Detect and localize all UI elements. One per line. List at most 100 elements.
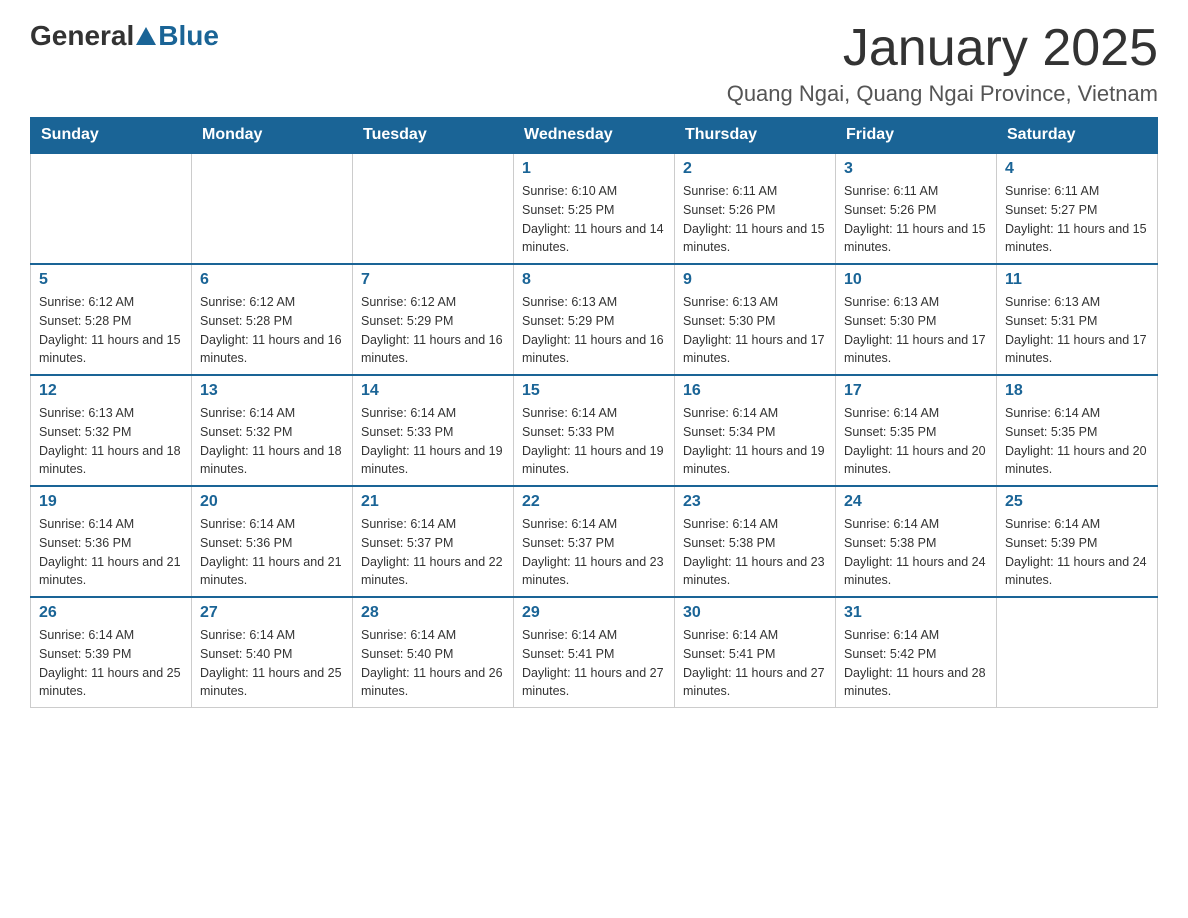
day-number: 3 (844, 160, 988, 178)
day-number: 6 (200, 271, 344, 289)
calendar-cell: 29 Sunrise: 6:14 AMSunset: 5:41 PMDayligh… (514, 597, 675, 708)
logo-blue-text: Blue (158, 20, 219, 52)
day-info: Sunrise: 6:14 AMSunset: 5:38 PMDaylight:… (844, 515, 988, 590)
calendar-cell: 16 Sunrise: 6:14 AMSunset: 5:34 PMDayligh… (675, 375, 836, 486)
header-friday: Friday (836, 118, 997, 154)
header-sunday: Sunday (31, 118, 192, 154)
calendar-cell: 18 Sunrise: 6:14 AMSunset: 5:35 PMDayligh… (997, 375, 1158, 486)
calendar-cell: 20Sunrise: 6:14 AMSunset: 5:36 PMDayligh… (192, 486, 353, 597)
day-number: 16 (683, 382, 827, 400)
day-number: 25 (1005, 493, 1149, 511)
day-number: 4 (1005, 160, 1149, 178)
calendar-cell: 9 Sunrise: 6:13 AMSunset: 5:30 PMDaylight… (675, 264, 836, 375)
calendar-cell: 22 Sunrise: 6:14 AMSunset: 5:37 PMDayligh… (514, 486, 675, 597)
calendar-cell (192, 153, 353, 264)
day-info: Sunrise: 6:11 AMSunset: 5:26 PMDaylight:… (683, 182, 827, 257)
calendar-table: SundayMondayTuesdayWednesdayThursdayFrid… (30, 117, 1158, 708)
calendar-cell (353, 153, 514, 264)
day-number: 2 (683, 160, 827, 178)
day-info: Sunrise: 6:14 AMSunset: 5:40 PMDaylight:… (361, 626, 505, 701)
day-info: Sunrise: 6:14 AMSunset: 5:39 PMDaylight:… (39, 626, 183, 701)
calendar-cell: 3Sunrise: 6:11 AMSunset: 5:26 PMDaylight… (836, 153, 997, 264)
day-number: 22 (522, 493, 666, 511)
day-number: 30 (683, 604, 827, 622)
calendar-cell: 23Sunrise: 6:14 AMSunset: 5:38 PMDayligh… (675, 486, 836, 597)
day-info: Sunrise: 6:14 AMSunset: 5:40 PMDaylight:… (200, 626, 344, 701)
day-info: Sunrise: 6:14 AMSunset: 5:36 PMDaylight:… (39, 515, 183, 590)
title-area: January 2025 Quang Ngai, Quang Ngai Prov… (727, 20, 1158, 107)
calendar-cell: 28 Sunrise: 6:14 AMSunset: 5:40 PMDayligh… (353, 597, 514, 708)
calendar-cell: 21 Sunrise: 6:14 AMSunset: 5:37 PMDayligh… (353, 486, 514, 597)
day-info: Sunrise: 6:13 AMSunset: 5:30 PMDaylight:… (844, 293, 988, 368)
calendar-cell: 12Sunrise: 6:13 AMSunset: 5:32 PMDayligh… (31, 375, 192, 486)
day-number: 21 (361, 493, 505, 511)
header-tuesday: Tuesday (353, 118, 514, 154)
calendar-cell: 13 Sunrise: 6:14 AMSunset: 5:32 PMDayligh… (192, 375, 353, 486)
calendar-cell: 17 Sunrise: 6:14 AMSunset: 5:35 PMDayligh… (836, 375, 997, 486)
day-info: Sunrise: 6:14 AMSunset: 5:42 PMDaylight:… (844, 626, 988, 701)
calendar-cell: 8Sunrise: 6:13 AMSunset: 5:29 PMDaylight… (514, 264, 675, 375)
day-number: 28 (361, 604, 505, 622)
day-number: 19 (39, 493, 183, 511)
day-info: Sunrise: 6:14 AMSunset: 5:39 PMDaylight:… (1005, 515, 1149, 590)
calendar-cell: 10 Sunrise: 6:13 AMSunset: 5:30 PMDayligh… (836, 264, 997, 375)
location-title: Quang Ngai, Quang Ngai Province, Vietnam (727, 81, 1158, 107)
day-number: 12 (39, 382, 183, 400)
day-info: Sunrise: 6:14 AMSunset: 5:33 PMDaylight:… (361, 404, 505, 479)
day-number: 23 (683, 493, 827, 511)
calendar-cell: 31 Sunrise: 6:14 AMSunset: 5:42 PMDayligh… (836, 597, 997, 708)
calendar-cell: 4 Sunrise: 6:11 AMSunset: 5:27 PMDaylight… (997, 153, 1158, 264)
logo-general-text: General (30, 20, 134, 52)
day-info: Sunrise: 6:13 AMSunset: 5:31 PMDaylight:… (1005, 293, 1149, 368)
logo-area: General Blue (30, 20, 219, 52)
day-number: 24 (844, 493, 988, 511)
day-number: 18 (1005, 382, 1149, 400)
day-info: Sunrise: 6:14 AMSunset: 5:41 PMDaylight:… (683, 626, 827, 701)
week-row-5: 26Sunrise: 6:14 AMSunset: 5:39 PMDayligh… (31, 597, 1158, 708)
header-saturday: Saturday (997, 118, 1158, 154)
day-number: 20 (200, 493, 344, 511)
week-row-1: 1Sunrise: 6:10 AMSunset: 5:25 PMDaylight… (31, 153, 1158, 264)
calendar-cell: 19 Sunrise: 6:14 AMSunset: 5:36 PMDayligh… (31, 486, 192, 597)
page-header: General Blue January 2025 Quang Ngai, Qu… (30, 20, 1158, 107)
day-info: Sunrise: 6:14 AMSunset: 5:32 PMDaylight:… (200, 404, 344, 479)
day-info: Sunrise: 6:13 AMSunset: 5:30 PMDaylight:… (683, 293, 827, 368)
calendar-cell: 11 Sunrise: 6:13 AMSunset: 5:31 PMDayligh… (997, 264, 1158, 375)
day-info: Sunrise: 6:12 AMSunset: 5:28 PMDaylight:… (200, 293, 344, 368)
calendar-cell (997, 597, 1158, 708)
day-number: 15 (522, 382, 666, 400)
week-row-3: 12Sunrise: 6:13 AMSunset: 5:32 PMDayligh… (31, 375, 1158, 486)
calendar-cell: 25 Sunrise: 6:14 AMSunset: 5:39 PMDayligh… (997, 486, 1158, 597)
day-number: 17 (844, 382, 988, 400)
day-number: 10 (844, 271, 988, 289)
week-row-4: 19 Sunrise: 6:14 AMSunset: 5:36 PMDayligh… (31, 486, 1158, 597)
day-number: 14 (361, 382, 505, 400)
logo-triangle-icon (136, 27, 156, 45)
week-row-2: 5 Sunrise: 6:12 AMSunset: 5:28 PMDaylight… (31, 264, 1158, 375)
calendar-cell: 7 Sunrise: 6:12 AMSunset: 5:29 PMDaylight… (353, 264, 514, 375)
day-info: Sunrise: 6:14 AMSunset: 5:33 PMDaylight:… (522, 404, 666, 479)
calendar-cell: 2 Sunrise: 6:11 AMSunset: 5:26 PMDaylight… (675, 153, 836, 264)
day-number: 13 (200, 382, 344, 400)
day-info: Sunrise: 6:14 AMSunset: 5:37 PMDaylight:… (522, 515, 666, 590)
day-info: Sunrise: 6:14 AMSunset: 5:37 PMDaylight:… (361, 515, 505, 590)
day-number: 11 (1005, 271, 1149, 289)
calendar-cell: 14 Sunrise: 6:14 AMSunset: 5:33 PMDayligh… (353, 375, 514, 486)
calendar-cell: 15 Sunrise: 6:14 AMSunset: 5:33 PMDayligh… (514, 375, 675, 486)
day-info: Sunrise: 6:14 AMSunset: 5:41 PMDaylight:… (522, 626, 666, 701)
day-info: Sunrise: 6:14 AMSunset: 5:34 PMDaylight:… (683, 404, 827, 479)
header-monday: Monday (192, 118, 353, 154)
header-row: SundayMondayTuesdayWednesdayThursdayFrid… (31, 118, 1158, 154)
day-info: Sunrise: 6:11 AMSunset: 5:27 PMDaylight:… (1005, 182, 1149, 257)
day-number: 9 (683, 271, 827, 289)
calendar-cell: 5Sunrise: 6:12 AMSunset: 5:28 PMDaylight… (31, 264, 192, 375)
day-number: 29 (522, 604, 666, 622)
calendar-cell: 1Sunrise: 6:10 AMSunset: 5:25 PMDaylight… (514, 153, 675, 264)
day-info: Sunrise: 6:12 AMSunset: 5:29 PMDaylight:… (361, 293, 505, 368)
day-number: 7 (361, 271, 505, 289)
calendar-cell (31, 153, 192, 264)
day-info: Sunrise: 6:14 AMSunset: 5:35 PMDaylight:… (844, 404, 988, 479)
day-info: Sunrise: 6:14 AMSunset: 5:35 PMDaylight:… (1005, 404, 1149, 479)
day-number: 31 (844, 604, 988, 622)
day-number: 5 (39, 271, 183, 289)
